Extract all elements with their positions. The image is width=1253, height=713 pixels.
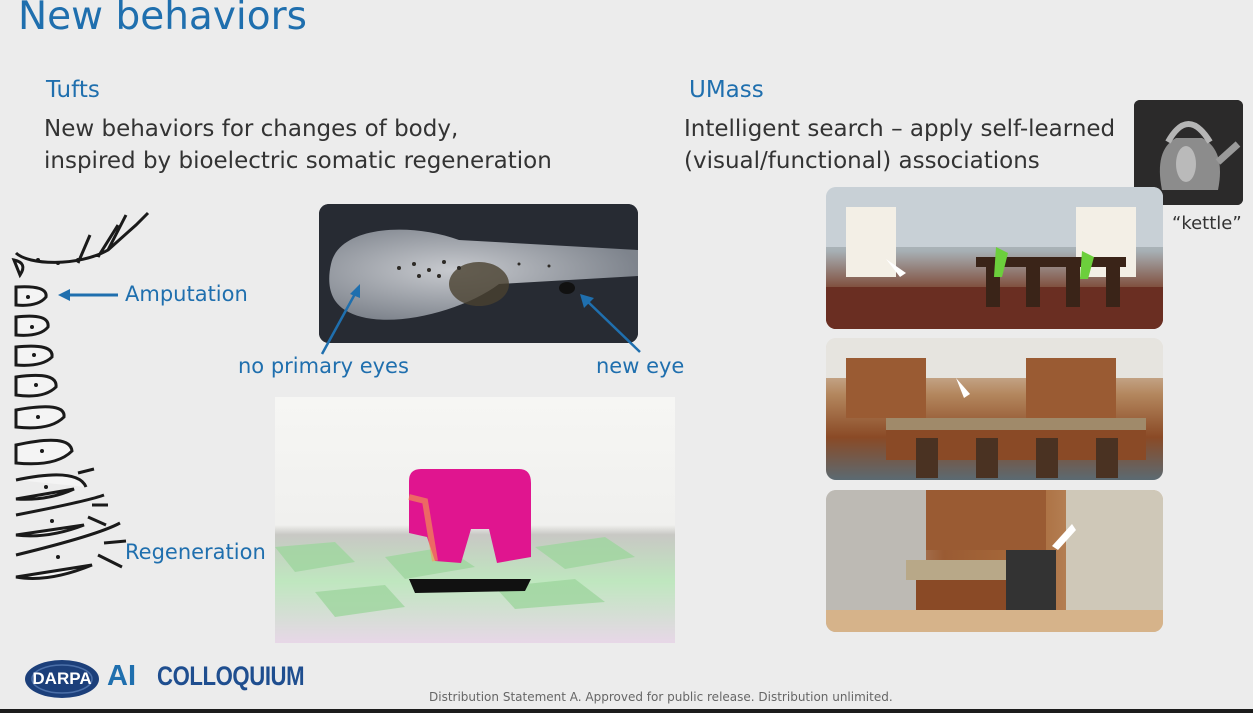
tufts-subtitle-line-1: New behaviors for changes of body, (44, 116, 459, 142)
arrow-pointer-icon (580, 294, 641, 353)
umass-subtitle-line-2: (visual/functional) associations (684, 148, 1040, 174)
new-eye-label: new eye (596, 354, 685, 378)
bottom-bar (0, 709, 1253, 713)
umass-subtitle: Intelligent search – apply self-learned … (684, 113, 1115, 177)
colloquium-logo-text: COLLOQUIUM (157, 661, 305, 691)
darpa-logo-text: DARPA (32, 669, 92, 688)
arrow-pointer-icon (320, 284, 360, 355)
tufts-subtitle-line-2: inspired by bioelectric somatic regenera… (44, 148, 552, 174)
room-photo-kitchen (826, 338, 1163, 480)
ai-logo-text: AI (107, 660, 136, 692)
regeneration-label: Regeneration (125, 540, 266, 564)
tufts-heading: Tufts (46, 77, 100, 103)
amputation-label: Amputation (125, 282, 248, 306)
tufts-subtitle: New behaviors for changes of body, inspi… (44, 113, 552, 177)
distribution-statement: Distribution Statement A. Approved for p… (429, 690, 893, 704)
kettle-caption: “kettle” (1172, 213, 1242, 234)
room-photo-stove (826, 490, 1163, 632)
umass-heading: UMass (689, 77, 764, 103)
simulation-render (275, 397, 675, 643)
room-photo-dining (826, 187, 1163, 329)
limb-regeneration-drawing (11, 211, 150, 580)
no-primary-eyes-label: no primary eyes (238, 354, 409, 378)
arrow-left-icon (58, 289, 118, 301)
slide-title: New behaviors (18, 0, 307, 39)
umass-subtitle-line-1: Intelligent search – apply self-learned (684, 116, 1116, 142)
